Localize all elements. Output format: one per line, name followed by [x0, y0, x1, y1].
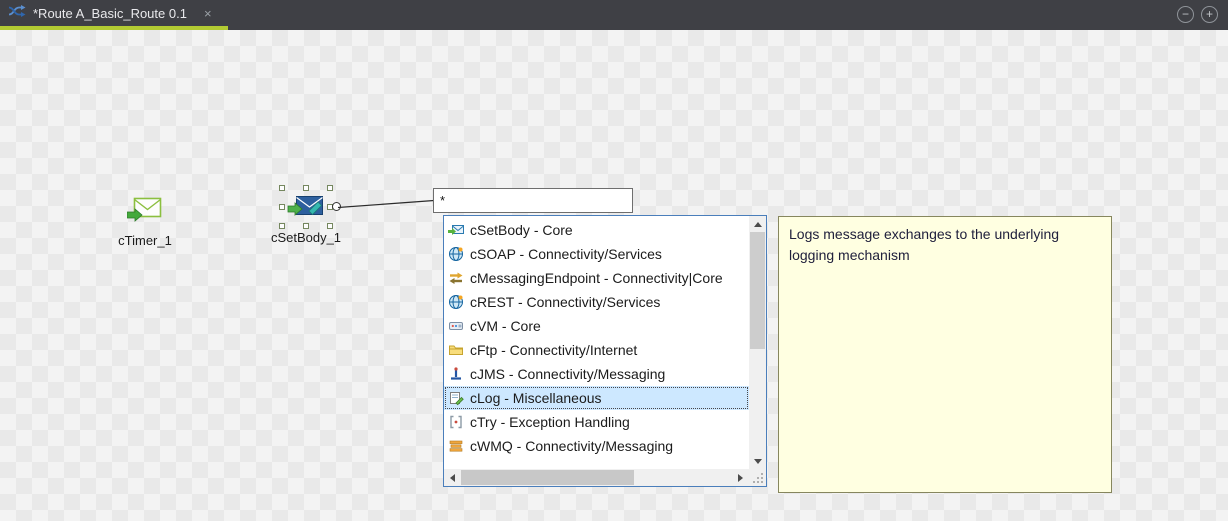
- selection-box: [282, 188, 330, 226]
- view-controls: − +: [1177, 6, 1218, 23]
- list-item-label: cWMQ - Connectivity/Messaging: [470, 438, 673, 454]
- scroll-up-button[interactable]: [749, 216, 766, 232]
- route-icon: [8, 4, 26, 23]
- selection-handle[interactable]: [327, 185, 333, 191]
- try-icon: [448, 414, 464, 430]
- connection-line: [336, 196, 436, 212]
- tab-route-a-basic-route[interactable]: *Route A_Basic_Route 0.1 ×: [0, 0, 228, 30]
- maximize-button[interactable]: +: [1201, 6, 1218, 23]
- list-item-label: cFtp - Connectivity/Internet: [470, 342, 637, 358]
- selection-handle[interactable]: [303, 185, 309, 191]
- scroll-left-icon: [450, 474, 455, 482]
- scroll-up-icon: [754, 222, 762, 227]
- scroll-left-button[interactable]: [444, 469, 461, 486]
- horizontal-scroll-track[interactable]: [461, 469, 732, 486]
- list-item-cwmq[interactable]: cWMQ - Connectivity/Messaging: [444, 434, 749, 458]
- folder-icon: [448, 342, 464, 358]
- globe-icon: [448, 246, 464, 262]
- route-designer-window: *Route A_Basic_Route 0.1 × − + cTimer_1: [0, 0, 1228, 521]
- component-search-input[interactable]: [433, 188, 633, 213]
- log-icon: [448, 390, 464, 406]
- list-item-cjms[interactable]: cJMS - Connectivity/Messaging: [444, 362, 749, 386]
- component-dropdown: cSetBody - Core cSOAP - Connectivity/Ser…: [443, 215, 767, 487]
- scroll-right-icon: [738, 474, 743, 482]
- editor-tab-bar: *Route A_Basic_Route 0.1 × − +: [0, 0, 1228, 30]
- list-item-label: cJMS - Connectivity/Messaging: [470, 366, 665, 382]
- selection-handle[interactable]: [303, 223, 309, 229]
- node-ctimer-label: cTimer_1: [118, 233, 172, 248]
- selection-handle[interactable]: [279, 204, 285, 210]
- minimize-button[interactable]: −: [1177, 6, 1194, 23]
- setbody-envelope-icon: [282, 193, 330, 221]
- list-item-csetbody[interactable]: cSetBody - Core: [444, 218, 749, 242]
- timer-envelope-icon: [127, 196, 163, 229]
- selection-handle[interactable]: [327, 223, 333, 229]
- list-item-label: cREST - Connectivity/Services: [470, 294, 660, 310]
- tab-close-icon[interactable]: ×: [204, 6, 212, 21]
- endpoint-arrows-icon: [448, 270, 464, 286]
- list-item-label: cSOAP - Connectivity/Services: [470, 246, 662, 262]
- list-item-crest[interactable]: cREST - Connectivity/Services: [444, 290, 749, 314]
- globe-icon: [448, 294, 464, 310]
- setbody-icon: [448, 222, 464, 238]
- scroll-down-icon: [754, 459, 762, 464]
- list-item-cmessagingendpoint[interactable]: cMessagingEndpoint - Connectivity|Core: [444, 266, 749, 290]
- tab-title: *Route A_Basic_Route 0.1: [33, 6, 187, 21]
- tooltip-text: Logs message exchanges to the underlying…: [789, 226, 1059, 263]
- list-item-ctry[interactable]: cTry - Exception Handling: [444, 410, 749, 434]
- horizontal-scroll-thumb[interactable]: [461, 470, 634, 485]
- list-item-label: cVM - Core: [470, 318, 541, 334]
- list-item-cftp[interactable]: cFtp - Connectivity/Internet: [444, 338, 749, 362]
- list-item-cvm[interactable]: cVM - Core: [444, 314, 749, 338]
- list-item-label: cTry - Exception Handling: [470, 414, 630, 430]
- component-description-tooltip: Logs message exchanges to the underlying…: [778, 216, 1112, 493]
- vertical-scroll-thumb[interactable]: [750, 232, 765, 349]
- list-item-clog[interactable]: cLog - Miscellaneous: [444, 386, 749, 410]
- list-item-label: cMessagingEndpoint - Connectivity|Core: [470, 270, 723, 286]
- vertical-scroll-track[interactable]: [749, 232, 766, 453]
- design-canvas[interactable]: cTimer_1: [0, 30, 1228, 521]
- list-item-label: cSetBody - Core: [470, 222, 573, 238]
- list-item-csoap[interactable]: cSOAP - Connectivity/Services: [444, 242, 749, 266]
- component-list: cSetBody - Core cSOAP - Connectivity/Ser…: [444, 216, 749, 469]
- scroll-down-button[interactable]: [749, 453, 766, 469]
- resize-grip[interactable]: [749, 469, 766, 486]
- node-csetbody-label: cSetBody_1: [271, 230, 341, 245]
- vertical-scrollbar[interactable]: [749, 216, 766, 469]
- node-ctimer[interactable]: cTimer_1: [113, 196, 177, 248]
- jms-icon: [448, 366, 464, 382]
- list-item-label: cLog - Miscellaneous: [470, 390, 602, 406]
- wmq-icon: [448, 438, 464, 454]
- horizontal-scrollbar[interactable]: [444, 469, 749, 486]
- selection-handle[interactable]: [279, 223, 285, 229]
- vm-icon: [448, 318, 464, 334]
- selection-handle[interactable]: [279, 185, 285, 191]
- scroll-right-button[interactable]: [732, 469, 749, 486]
